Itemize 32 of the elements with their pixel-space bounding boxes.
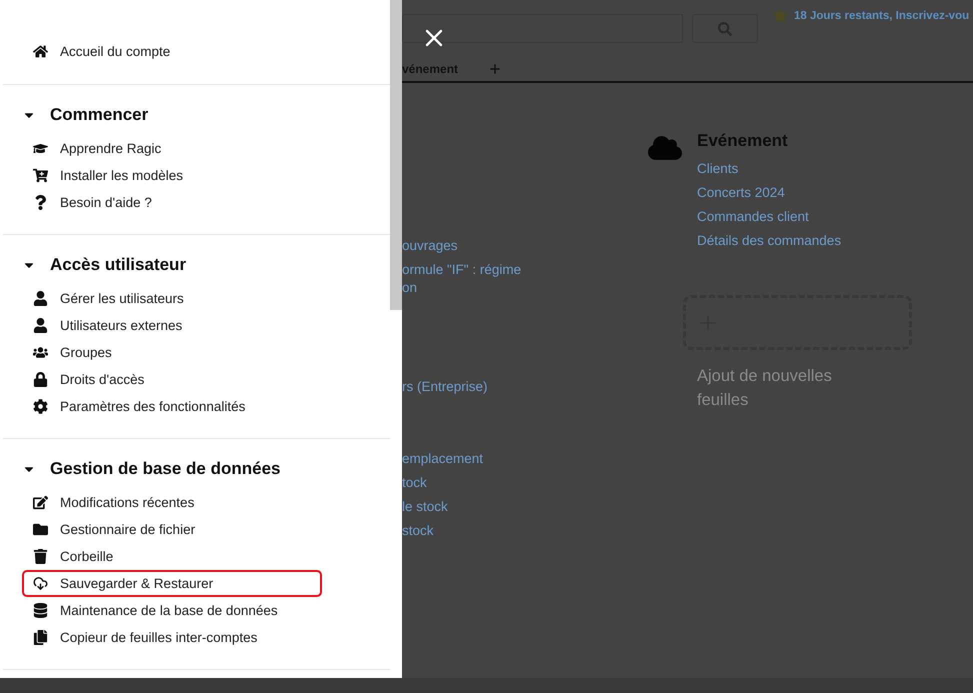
menu-item[interactable]: Accueil du compte xyxy=(22,38,322,65)
graduation-cap-icon xyxy=(30,141,50,156)
section-heading: Accès utilisateur xyxy=(50,255,186,275)
menu-item[interactable]: Apprendre Ragic xyxy=(22,135,322,162)
folder-icon xyxy=(30,522,50,537)
add-tab-icon[interactable] xyxy=(488,62,502,76)
menu-item[interactable]: Droits d'accès xyxy=(22,366,322,393)
menu-item[interactable]: Copieur de feuilles inter-comptes xyxy=(22,624,322,651)
menu-item[interactable]: Besoin d'aide ? xyxy=(22,189,322,216)
search-field[interactable] xyxy=(402,14,683,43)
section-heading: Gestion de base de données xyxy=(50,459,281,479)
menu-item[interactable]: Modifications récentes xyxy=(22,489,322,516)
star-icon xyxy=(773,8,788,23)
edit-icon xyxy=(30,495,50,510)
cart-plus-icon xyxy=(30,168,50,183)
search-button[interactable] xyxy=(692,14,758,43)
scrollbar-thumb[interactable] xyxy=(390,0,402,310)
menu-item[interactable]: Gérer les utilisateurs xyxy=(22,285,322,312)
add-sheet-label: Ajout de nouvelles feuilles xyxy=(697,366,833,411)
menu-item[interactable]: Groupes xyxy=(22,339,322,366)
menu-item[interactable]: Corbeille xyxy=(22,543,322,570)
menu-item[interactable]: Installer les modèles xyxy=(22,162,322,189)
users-icon xyxy=(30,345,50,360)
menu-item[interactable]: Utilisateurs externes xyxy=(22,312,322,339)
menu-item[interactable]: Paramètres des fonctionnalités xyxy=(22,393,322,420)
menu-item[interactable]: Sauvegarder & Restaurer xyxy=(22,570,322,597)
menu-item[interactable]: Gestionnaire de fichier xyxy=(22,516,322,543)
search-icon xyxy=(718,22,732,36)
home-icon xyxy=(30,44,50,59)
section-heading: Commencer xyxy=(50,105,148,125)
gear-icon xyxy=(30,399,50,414)
menu-item[interactable]: Maintenance de la base de données xyxy=(22,597,322,624)
